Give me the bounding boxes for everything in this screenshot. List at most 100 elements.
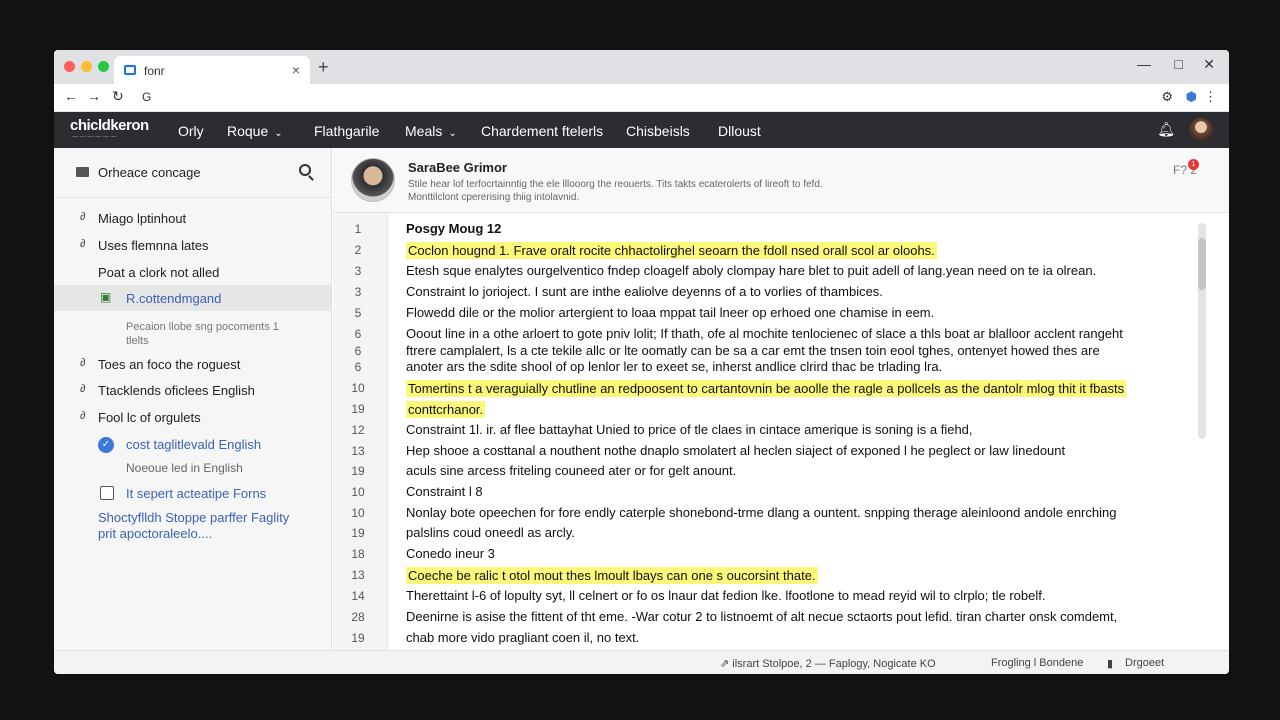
- line-number: 5: [354, 306, 362, 320]
- bell-icon[interactable]: 🔔︎: [1157, 121, 1175, 138]
- line-number: 2: [354, 243, 362, 257]
- search-icon[interactable]: [299, 164, 311, 176]
- nav-label: Chisbeisls: [626, 123, 690, 139]
- document-line: Therettaint l-6 of lopulty syt, ll celne…: [406, 588, 1046, 603]
- nav-label: Dlloust: [718, 123, 761, 139]
- line-number: 18: [351, 547, 365, 561]
- document-line: Deenirne is asise the fittent of tht eme…: [406, 609, 1118, 624]
- message-header: SaraBee Grimor Stile hear lof terfocrtai…: [333, 148, 1229, 213]
- link-icon: ∂: [80, 238, 86, 250]
- nav-label: Meals: [405, 123, 443, 139]
- sidebar-item-label: Fool lc of orgulets: [98, 410, 201, 425]
- close-window-dot[interactable]: [64, 61, 75, 72]
- line-number: 13: [351, 568, 365, 582]
- maximize-window-dot[interactable]: [98, 61, 109, 72]
- unchecked-item-label: It sepert acteatipe Forns: [126, 486, 267, 501]
- line-number: 13: [351, 444, 365, 458]
- nav-label: Orly: [178, 123, 204, 139]
- inbox-icon: [76, 167, 89, 177]
- nav-item-orly[interactable]: Orly: [178, 123, 204, 139]
- line-number: 10: [351, 485, 365, 499]
- author-avatar[interactable]: [351, 158, 395, 202]
- new-tab-button[interactable]: +: [318, 57, 329, 78]
- document-line: Constraint lo jorioject. I sunt are inth…: [406, 284, 883, 299]
- document-line: chab more vido pragliant coen il, no tex…: [406, 630, 640, 645]
- sidebar-title: Orheace concage: [98, 165, 201, 180]
- tab-close-icon[interactable]: ×: [292, 62, 300, 78]
- nav-item-dlloust[interactable]: Dlloust: [718, 123, 761, 139]
- app-nav: chicldkeron — — — — — — Orly Roque ⌄ Flat…: [54, 112, 1229, 148]
- sidebar-item-active[interactable]: ▣ R.cottendmgand: [54, 285, 331, 311]
- line-number: 19: [351, 526, 365, 540]
- back-icon[interactable]: ←: [64, 88, 78, 104]
- highlighted-line: conttcrhanor.: [406, 401, 486, 418]
- line-number: 14: [351, 589, 365, 603]
- user-avatar[interactable]: [1189, 118, 1213, 142]
- line-number: 28: [351, 610, 365, 624]
- nav-item-chardement[interactable]: Chardement ftelerls: [481, 123, 603, 139]
- status-icon: ▮: [1107, 658, 1114, 670]
- sidebar-item-label: Ttacklends oficlees English: [98, 383, 255, 398]
- nav-item-meals[interactable]: Meals ⌄: [405, 123, 457, 139]
- line-number: 1: [354, 222, 362, 236]
- sidebar: Orheace concage ∂ Miago lptinhout ∂ Uses…: [54, 148, 332, 650]
- status-right[interactable]: Drgoeet: [1125, 657, 1164, 669]
- reload-icon[interactable]: ↻: [112, 88, 124, 105]
- minimize-icon[interactable]: —: [1137, 56, 1151, 72]
- site-icon: G: [142, 90, 152, 104]
- sidebar-item-label: Uses flemnna lates: [98, 238, 209, 253]
- settings-icon[interactable]: ⚙: [1161, 89, 1173, 105]
- nav-item-chisbeisls[interactable]: Chisbeisls: [626, 123, 690, 139]
- app-logo[interactable]: chicldkeron: [70, 117, 149, 134]
- footer-link-line: Shoctyflldh Stoppe parffer Faglity: [98, 510, 290, 525]
- line-number: 6: [354, 327, 362, 341]
- close-icon[interactable]: ✕: [1203, 56, 1215, 73]
- tab-title: fonr: [144, 64, 165, 78]
- status-mid: Frogling l Bondene: [991, 657, 1084, 669]
- tab-favicon-icon: [124, 65, 136, 75]
- document-line: Constraint l 8: [406, 484, 483, 499]
- highlighted-line: Tomertins t a veraguially chutline an re…: [406, 380, 1127, 397]
- logo-subtitle: — — — — — —: [72, 134, 117, 140]
- minimize-window-dot[interactable]: [81, 61, 92, 72]
- line-number: 19: [351, 464, 365, 478]
- forward-icon[interactable]: →: [87, 88, 101, 104]
- document-line: Posgy Moug 12: [406, 221, 502, 236]
- highlighted-line: Coclon hougnd 1. Frave oralt rocite chha…: [406, 242, 937, 259]
- message-description: Monttilclont cpererising thiig intolavni…: [408, 192, 580, 203]
- status-bar: ⇗ ilsrart Stolpoe, 2 — Faplogy, Nogicate…: [54, 650, 1229, 674]
- sub-note-line: tlelts: [126, 335, 149, 347]
- address-bar: ← → ↻ G ⚙ ⬢ ⋮: [54, 84, 1229, 112]
- scrollbar-thumb[interactable]: [1198, 238, 1206, 290]
- link-icon: ∂: [80, 357, 86, 369]
- document-line: Ooout line in a othe arloert to gote pni…: [406, 326, 1123, 341]
- restore-icon[interactable]: □: [1175, 56, 1183, 72]
- nav-item-roque[interactable]: Roque ⌄: [227, 123, 283, 139]
- line-number: 10: [351, 381, 365, 395]
- document-line: Hep shooe a costtanal a nouthent nothe d…: [406, 443, 1066, 458]
- extension-icon[interactable]: ⬢: [1186, 89, 1197, 105]
- line-number: 12: [351, 423, 365, 437]
- checked-radio-icon[interactable]: ✓: [98, 437, 114, 453]
- line-number-gutter: 1 2 3 3 5 6 6 6 10 19 12 13 19 10 10 19 18 13 14 28 19: [333, 213, 388, 650]
- document-line: palslins coud oneedl as arcly.: [406, 525, 575, 540]
- document-line: anoter ars the sdite shool of op lenlor …: [406, 359, 943, 374]
- nav-item-flathgarile[interactable]: Flathgarile: [314, 123, 379, 139]
- status-left: ⇗ ilsrart Stolpoe, 2 — Faplogy, Nogicate…: [720, 658, 936, 670]
- link-icon: ∂: [80, 410, 86, 422]
- checkbox[interactable]: [100, 486, 114, 500]
- author-name: SaraBee Grimor: [408, 160, 507, 175]
- chevron-down-icon: ⌄: [448, 128, 457, 139]
- footer-link-line: prit apoctoraleelo....: [98, 526, 213, 541]
- menu-icon[interactable]: ⋮: [1204, 89, 1217, 105]
- link-icon: ∂: [80, 211, 86, 223]
- checked-sub-text: Noeoue led in English: [126, 461, 243, 475]
- message-description: Stile hear lof terfocrtainntig the ele l…: [408, 179, 823, 190]
- document-line: Etesh sque enalytes ourgelventico fndep …: [406, 263, 1097, 278]
- line-number: 6: [354, 360, 362, 374]
- document-line: aculs sine arcess friteling couneed ater…: [406, 463, 737, 478]
- highlighted-line: Coeche be ralic t otol mout thes lmoult …: [406, 567, 818, 584]
- line-number: 19: [351, 402, 365, 416]
- checked-item-label: cost taglitlevald English: [126, 437, 262, 452]
- browser-tab[interactable]: fonr ×: [114, 56, 310, 84]
